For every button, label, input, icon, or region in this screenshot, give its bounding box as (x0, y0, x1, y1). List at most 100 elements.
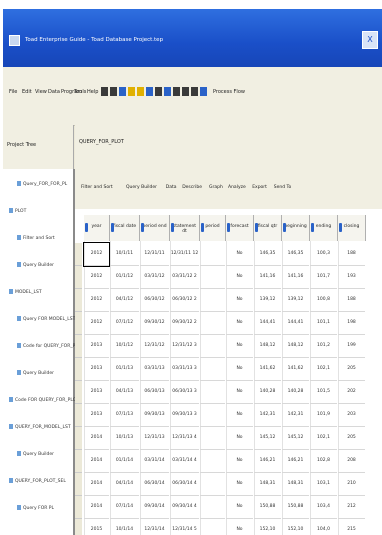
table-cell[interactable] (200, 496, 225, 519)
table-cell[interactable]: 2015 (84, 519, 109, 535)
table-cell[interactable]: 101,5 (310, 381, 337, 404)
table-cell[interactable] (200, 381, 225, 404)
table-cell[interactable]: 198 (338, 312, 365, 335)
toolbar-button-icon[interactable] (173, 87, 180, 96)
table-cell[interactable]: No (226, 358, 253, 381)
table-cell[interactable] (200, 404, 225, 427)
tree-item[interactable]: Query FOR PL (17, 505, 54, 511)
table-cell[interactable]: 12/31/11 (140, 243, 169, 266)
tree-item[interactable]: MODEL_LST (9, 289, 42, 295)
table-cell[interactable]: 2013 (84, 381, 109, 404)
table-cell[interactable] (200, 427, 225, 450)
process-flow-label[interactable]: Process Flow (213, 89, 245, 95)
table-cell[interactable]: 188 (338, 243, 365, 266)
table-cell[interactable]: 2012 (83, 242, 110, 267)
table-cell[interactable]: 215 (338, 519, 365, 535)
table-cell[interactable]: 09/30/12 (140, 312, 169, 335)
table-cell[interactable]: 210 (338, 473, 365, 496)
column-header[interactable]: fiscal date (110, 215, 140, 241)
table-cell[interactable]: 12/31/14 5 (170, 519, 199, 535)
table-cell[interactable]: No (226, 335, 253, 358)
toolbar-button-icon[interactable] (110, 87, 117, 96)
tree-item[interactable]: Query Builder (17, 370, 54, 376)
table-cell[interactable]: 142,31 (282, 404, 309, 427)
table-cell[interactable]: 03/31/14 4 (170, 450, 199, 473)
table-cell[interactable]: 12/31/11 12 (170, 243, 199, 266)
toolbar-button-icon[interactable] (164, 87, 171, 96)
table-cell[interactable]: 09/30/14 4 (170, 496, 199, 519)
table-cell[interactable]: 102,1 (310, 358, 337, 381)
menu-item-edit[interactable]: Edit (22, 89, 32, 95)
table-cell[interactable]: 01/1/14 (110, 450, 139, 473)
table-cell[interactable]: 12/31/12 (140, 335, 169, 358)
table-cell[interactable]: 06/30/12 2 (170, 289, 199, 312)
table-cell[interactable]: 2013 (84, 335, 109, 358)
table-cell[interactable]: 07/1/14 (110, 496, 139, 519)
table-cell[interactable]: 145,12 (254, 427, 281, 450)
column-header[interactable]: fiscal qtr (254, 215, 282, 241)
table-cell[interactable]: 06/30/12 (140, 289, 169, 312)
query-toolbar-item[interactable]: Export (252, 185, 267, 190)
query-toolbar-item[interactable]: Describe (182, 185, 202, 190)
table-cell[interactable]: No (226, 289, 253, 312)
table-cell[interactable] (200, 289, 225, 312)
table-cell[interactable]: 06/30/13 3 (170, 381, 199, 404)
table-cell[interactable]: 09/30/13 (140, 404, 169, 427)
table-cell[interactable]: 2012 (84, 312, 109, 335)
table-cell[interactable]: No (226, 312, 253, 335)
table-cell[interactable]: 2012 (84, 289, 109, 312)
table-cell[interactable]: 06/30/14 4 (170, 473, 199, 496)
toolbar-button-icon[interactable] (119, 87, 126, 96)
table-cell[interactable]: 06/30/13 (140, 381, 169, 404)
table-cell[interactable]: 140,28 (282, 381, 309, 404)
table-cell[interactable]: 2014 (84, 496, 109, 519)
table-cell[interactable]: 12/31/13 (140, 427, 169, 450)
table-cell[interactable]: 146,21 (254, 450, 281, 473)
table-cell[interactable]: 2014 (84, 473, 109, 496)
table-cell[interactable]: 205 (338, 427, 365, 450)
table-cell[interactable]: No (226, 473, 253, 496)
table-cell[interactable]: 03/31/12 2 (170, 266, 199, 289)
table-cell[interactable]: 212 (338, 496, 365, 519)
toolbar-button-icon[interactable] (101, 87, 108, 96)
table-cell[interactable]: 140,28 (254, 381, 281, 404)
row-selector[interactable] (75, 404, 82, 427)
tree-item[interactable]: Query Builder (17, 262, 54, 268)
table-cell[interactable]: 101,9 (310, 404, 337, 427)
table-cell[interactable]: No (226, 266, 253, 289)
table-cell[interactable]: 06/30/14 (140, 473, 169, 496)
column-header[interactable]: ending (310, 215, 338, 241)
tree-item[interactable]: Query Builder (17, 451, 54, 457)
table-cell[interactable]: No (226, 427, 253, 450)
row-selector[interactable] (75, 473, 82, 496)
toolbar-button-icon[interactable] (155, 87, 162, 96)
toolbar-button-icon[interactable] (182, 87, 189, 96)
table-cell[interactable]: 144,41 (254, 312, 281, 335)
table-cell[interactable]: 139,12 (254, 289, 281, 312)
table-cell[interactable]: 2013 (84, 404, 109, 427)
row-selector[interactable] (75, 496, 82, 519)
table-cell[interactable]: 09/30/13 3 (170, 404, 199, 427)
table-cell[interactable]: 188 (338, 289, 365, 312)
table-cell[interactable]: 2013 (84, 358, 109, 381)
table-cell[interactable]: 07/1/12 (110, 312, 139, 335)
table-cell[interactable]: 10/1/13 (110, 427, 139, 450)
table-cell[interactable]: 2012 (84, 266, 109, 289)
table-cell[interactable]: 152,10 (282, 519, 309, 535)
table-cell[interactable]: 104,0 (310, 519, 337, 535)
column-header[interactable]: period (200, 215, 226, 241)
table-cell[interactable]: 146,35 (282, 243, 309, 266)
query-toolbar-item[interactable]: Query Builder (126, 185, 157, 190)
table-cell[interactable]: 102,1 (310, 427, 337, 450)
table-cell[interactable]: 141,62 (282, 358, 309, 381)
query-toolbar-item[interactable]: Graph (209, 185, 223, 190)
table-cell[interactable]: 101,2 (310, 335, 337, 358)
menu-item-view[interactable]: View (35, 89, 47, 95)
row-selector[interactable] (75, 312, 82, 335)
tree-item[interactable]: Filter and Sort (17, 235, 55, 241)
table-cell[interactable]: 152,10 (254, 519, 281, 535)
row-selector[interactable] (75, 243, 82, 266)
menu-item-data[interactable]: Data (48, 89, 60, 95)
table-cell[interactable]: 101,1 (310, 312, 337, 335)
row-selector[interactable] (75, 266, 82, 289)
